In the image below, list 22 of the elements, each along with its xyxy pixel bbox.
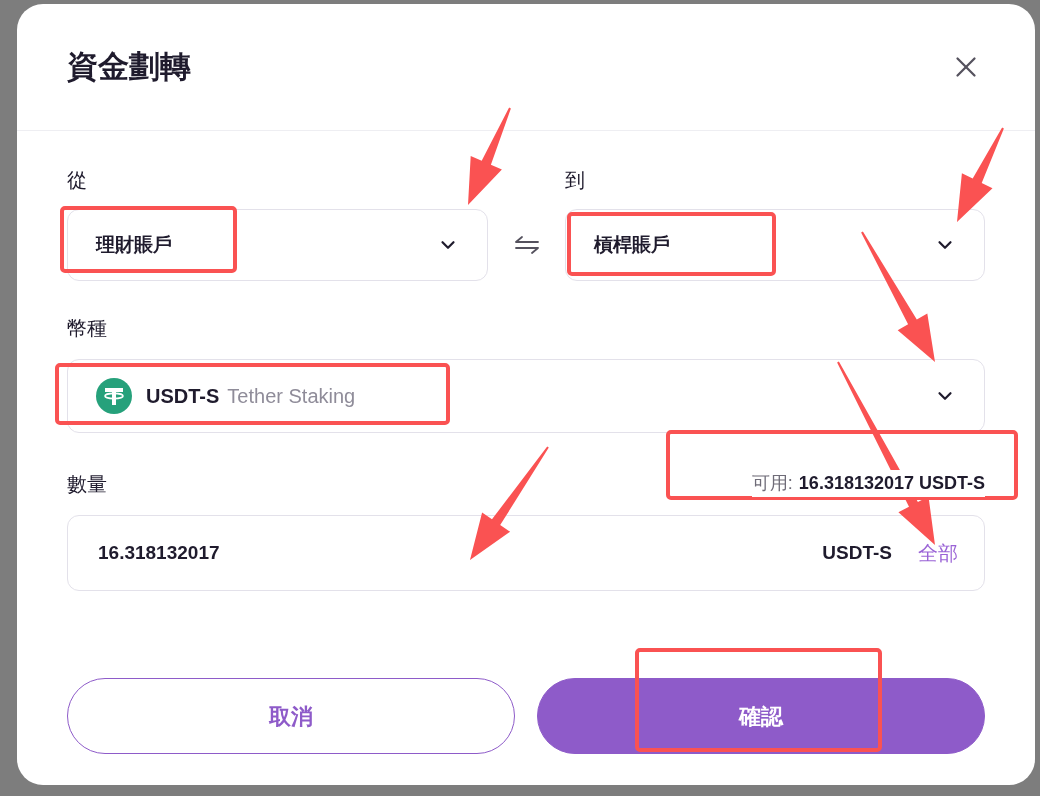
confirm-button[interactable]: 確認 [537, 678, 985, 754]
max-link[interactable]: 全部 [918, 538, 958, 568]
currency-name: Tether Staking [227, 384, 356, 409]
currency-label: 幣種 [67, 316, 108, 340]
currency-select[interactable]: USDT-S Tether Staking [67, 359, 985, 433]
available-balance: 16.318132017 USDT-S [798, 472, 985, 495]
amount-input-field[interactable]: 16.318132017 USDT-S 全部 [67, 515, 985, 591]
currency-symbol: USDT-S [146, 384, 220, 409]
dialog-title: 資金劃轉 [67, 47, 191, 86]
amount-unit: USDT-S [822, 540, 892, 565]
available-label: 可用: [751, 472, 793, 495]
amount-label: 數量 [67, 471, 107, 496]
from-account-select[interactable]: 理財賬戶 [67, 209, 488, 281]
to-label: 到 [565, 168, 587, 192]
cancel-button[interactable]: 取消 [67, 678, 515, 754]
from-account-value: 理財賬戶 [96, 232, 172, 257]
swap-icon[interactable] [514, 236, 539, 254]
amount-value: 16.318132017 [98, 540, 220, 565]
to-account-value: 槓桿賬戶 [594, 232, 671, 257]
to-account-select[interactable]: 槓桿賬戶 [565, 209, 985, 281]
from-label: 從 [67, 168, 88, 192]
coin-logo-icon [96, 378, 132, 414]
